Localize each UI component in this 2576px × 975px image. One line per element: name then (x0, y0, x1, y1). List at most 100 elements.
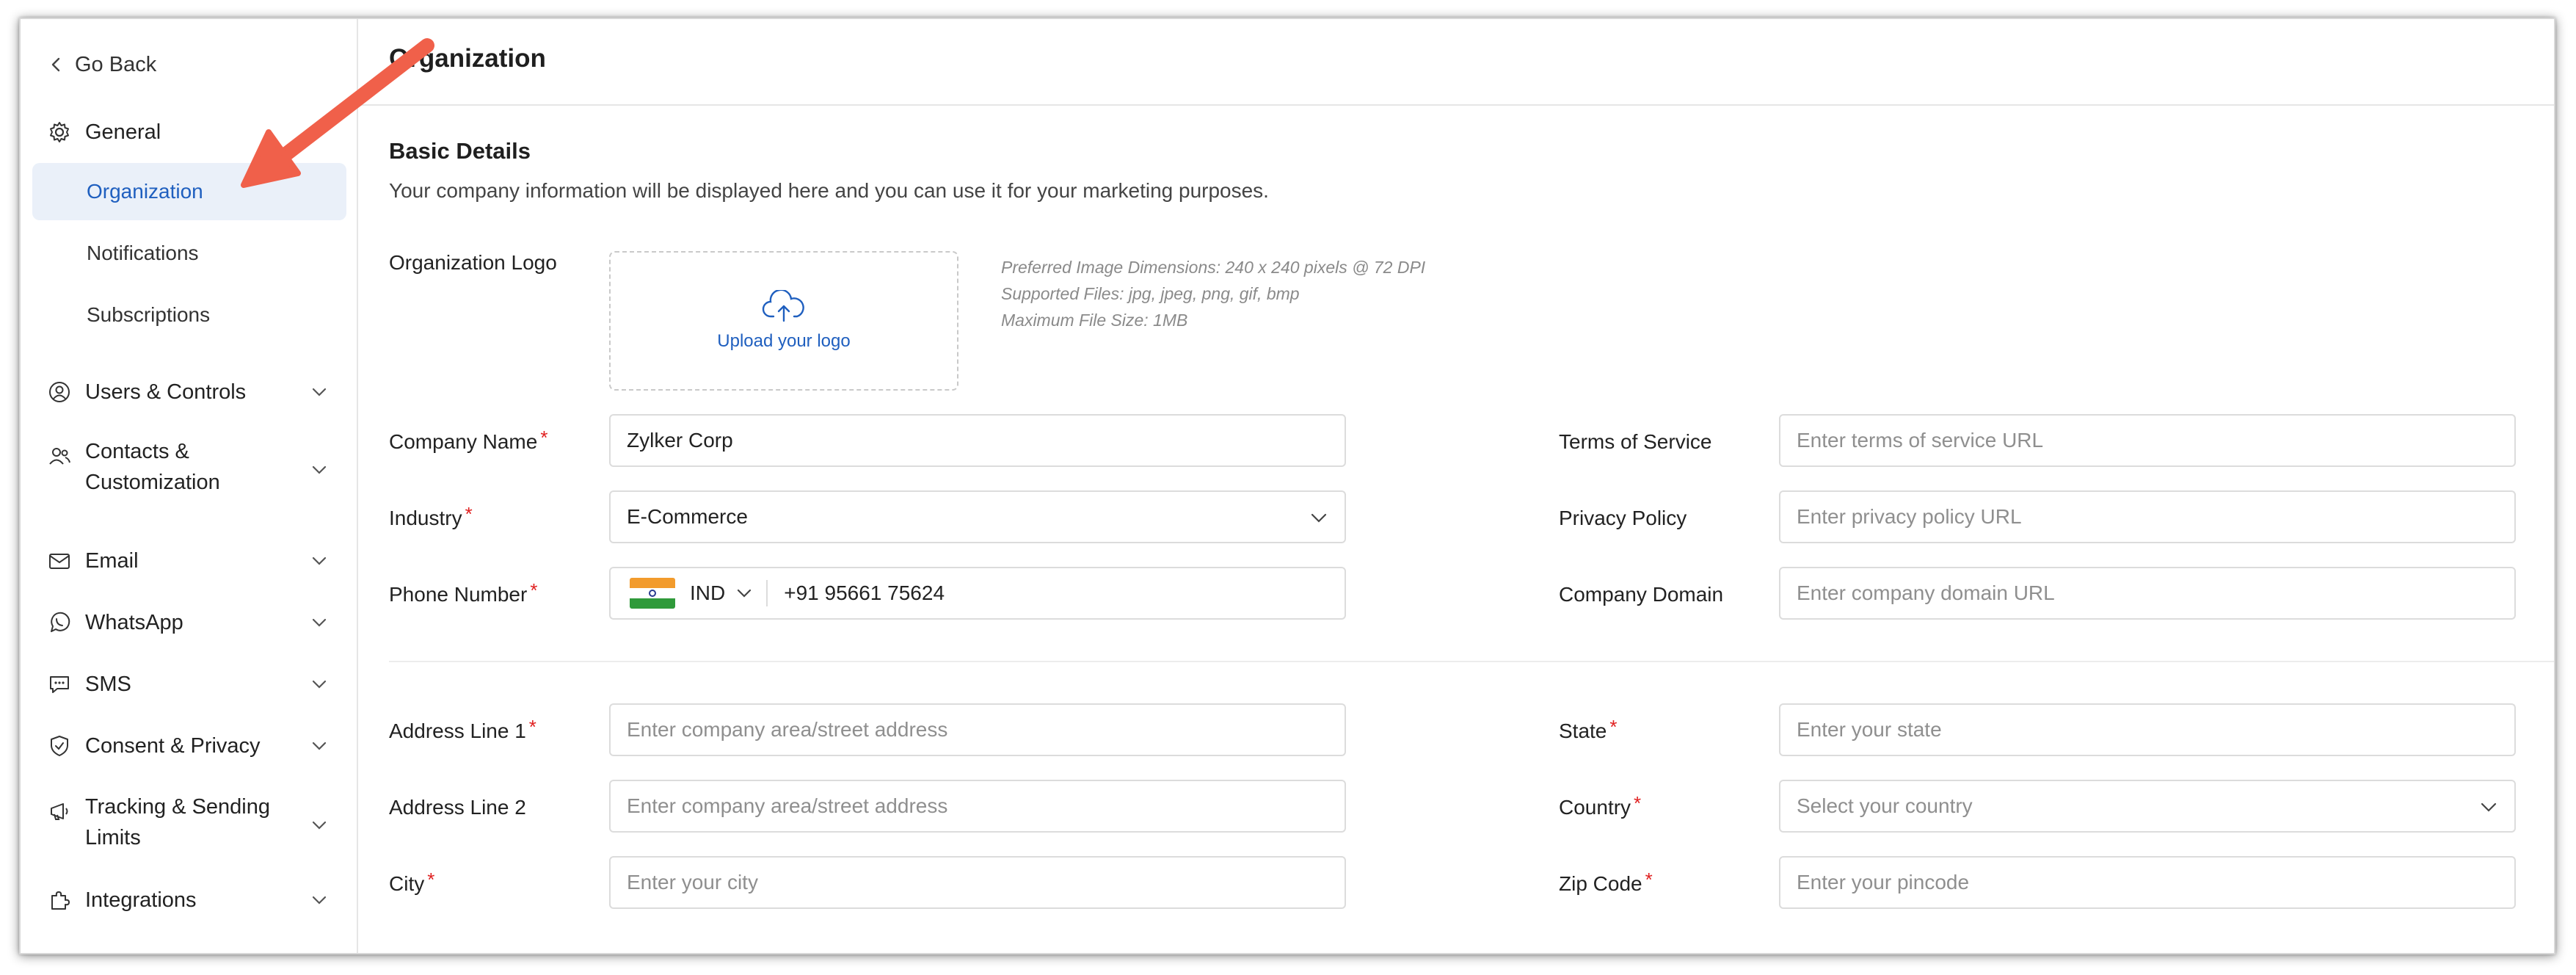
phone-country-code[interactable]: IND (690, 581, 725, 605)
logo-filesize-text: Maximum File Size: 1MB (1001, 311, 1188, 330)
shield-check-icon (46, 732, 73, 760)
section-description: Your company information will be display… (389, 179, 1269, 202)
zip-placeholder: Enter your pincode (1797, 871, 1970, 894)
state-placeholder: Enter your state (1797, 718, 1942, 741)
chevron-down-icon (308, 814, 330, 836)
sidebar-item-tracking-limits[interactable]: Tracking & Sending Limits (21, 790, 357, 860)
company-name-label: Company Name * (389, 427, 548, 453)
settings-sidebar: Go Back General Organization Notificatio… (21, 19, 358, 953)
state-input[interactable]: Enter your state (1779, 703, 2516, 756)
sidebar-subitem-subscriptions[interactable]: Subscriptions (32, 286, 346, 344)
divider (766, 580, 768, 606)
sidebar-item-label: Integrations (85, 888, 197, 912)
chevron-down-icon (308, 459, 330, 481)
chevron-down-icon (1309, 507, 1328, 534)
whatsapp-icon (46, 609, 73, 637)
sidebar-item-consent-privacy[interactable]: Consent & Privacy (21, 728, 357, 764)
privacy-placeholder: Enter privacy policy URL (1797, 505, 2022, 528)
section-title: Basic Details (389, 138, 531, 164)
address1-label: Address Line 1 * (389, 716, 536, 742)
tracking-icon (46, 797, 73, 825)
user-circle-icon (46, 378, 73, 406)
address2-label: Address Line 2 (389, 796, 526, 819)
sidebar-item-label: WhatsApp (85, 611, 183, 634)
phone-input-group[interactable]: IND +91 95661 75624 (609, 567, 1346, 620)
company-name-value: Zylker Corp (627, 429, 733, 452)
privacy-input[interactable]: Enter privacy policy URL (1779, 490, 2516, 543)
terms-placeholder: Enter terms of service URL (1797, 429, 2044, 452)
logo-upload-area[interactable]: Upload your logo (609, 251, 958, 391)
domain-label: Company Domain (1559, 583, 1724, 606)
sidebar-item-integrations[interactable]: Integrations (21, 882, 357, 918)
sidebar-item-label: Consent & Privacy (85, 734, 261, 758)
address2-input[interactable]: Enter company area/street address (609, 780, 1346, 833)
city-input[interactable]: Enter your city (609, 856, 1346, 909)
country-select[interactable]: Select your country (1779, 780, 2516, 833)
gear-icon (46, 118, 73, 146)
sidebar-item-label: Contacts & (85, 440, 189, 463)
go-back-label: Go Back (75, 52, 157, 76)
domain-placeholder: Enter company domain URL (1797, 581, 2055, 604)
sidebar-item-email[interactable]: Email (21, 543, 357, 579)
sidebar-item-users-controls[interactable]: Users & Controls (21, 374, 357, 410)
sidebar-item-label: Email (85, 549, 139, 573)
company-name-input[interactable]: Zylker Corp (609, 414, 1346, 467)
divider (389, 661, 2554, 662)
industry-label: Industry * (389, 503, 473, 529)
chevron-down-icon (308, 889, 330, 911)
address1-input[interactable]: Enter company area/street address (609, 703, 1346, 756)
sidebar-item-label-line2: Customization (85, 471, 220, 494)
sidebar-item-label: Users & Controls (85, 380, 247, 404)
logo-upload-info: Preferred Image Dimensions: 240 x 240 pi… (1001, 254, 1425, 333)
zip-label: Zip Code * (1559, 869, 1653, 895)
phone-label: Phone Number * (389, 579, 538, 606)
domain-input[interactable]: Enter company domain URL (1779, 567, 2516, 620)
city-placeholder: Enter your city (627, 871, 758, 894)
go-back-link[interactable]: Go Back (48, 47, 156, 82)
chevron-down-icon (2479, 796, 2498, 823)
contacts-icon (46, 442, 73, 470)
chevron-down-icon (308, 550, 330, 572)
sidebar-item-general[interactable]: General (21, 115, 357, 150)
sms-icon (46, 670, 73, 698)
sidebar-item-label: Tracking & Sending (85, 795, 271, 819)
address2-placeholder: Enter company area/street address (627, 794, 948, 817)
chevron-down-icon (308, 673, 330, 695)
chevron-down-icon (308, 381, 330, 403)
sidebar-subitem-label: Subscriptions (87, 303, 211, 326)
main-content: Organization Basic Details Your company … (360, 19, 2554, 953)
sidebar-subitem-organization[interactable]: Organization (32, 163, 346, 220)
industry-select[interactable]: E-Commerce (609, 490, 1346, 543)
sidebar-subitem-notifications[interactable]: Notifications (32, 225, 346, 282)
terms-input[interactable]: Enter terms of service URL (1779, 414, 2516, 467)
terms-label: Terms of Service (1559, 430, 1712, 453)
divider (360, 104, 2554, 106)
puzzle-icon (46, 886, 73, 914)
country-placeholder: Select your country (1797, 794, 1973, 817)
mail-icon (46, 547, 73, 575)
zip-input[interactable]: Enter your pincode (1779, 856, 2516, 909)
sidebar-subitem-label: Organization (87, 180, 203, 203)
sidebar-item-sms[interactable]: SMS (21, 667, 357, 702)
phone-number-value[interactable]: +91 95661 75624 (784, 581, 945, 605)
country-label: Country * (1559, 792, 1642, 819)
privacy-label: Privacy Policy (1559, 507, 1687, 529)
logo-dimensions-text: Preferred Image Dimensions: 240 x 240 pi… (1001, 258, 1426, 277)
chevron-down-icon (308, 612, 330, 634)
chevron-down-icon[interactable] (735, 587, 753, 599)
sidebar-item-contacts-customization[interactable]: Contacts & Customization (21, 435, 357, 505)
sidebar-item-label-line2: Limits (85, 826, 141, 849)
city-label: City * (389, 869, 435, 895)
india-flag-icon (630, 578, 675, 609)
address1-placeholder: Enter company area/street address (627, 718, 948, 741)
logo-filetypes-text: Supported Files: jpg, jpeg, png, gif, bm… (1001, 284, 1300, 303)
industry-value: E-Commerce (627, 505, 748, 528)
chevron-down-icon (308, 735, 330, 757)
divider (389, 953, 2554, 954)
chevron-left-icon (51, 57, 60, 72)
upload-logo-link[interactable]: Upload your logo (717, 331, 850, 352)
state-label: State * (1559, 716, 1618, 742)
logo-label: Organization Logo (389, 251, 557, 274)
sidebar-subitem-label: Notifications (87, 242, 199, 264)
sidebar-item-whatsapp[interactable]: WhatsApp (21, 605, 357, 640)
